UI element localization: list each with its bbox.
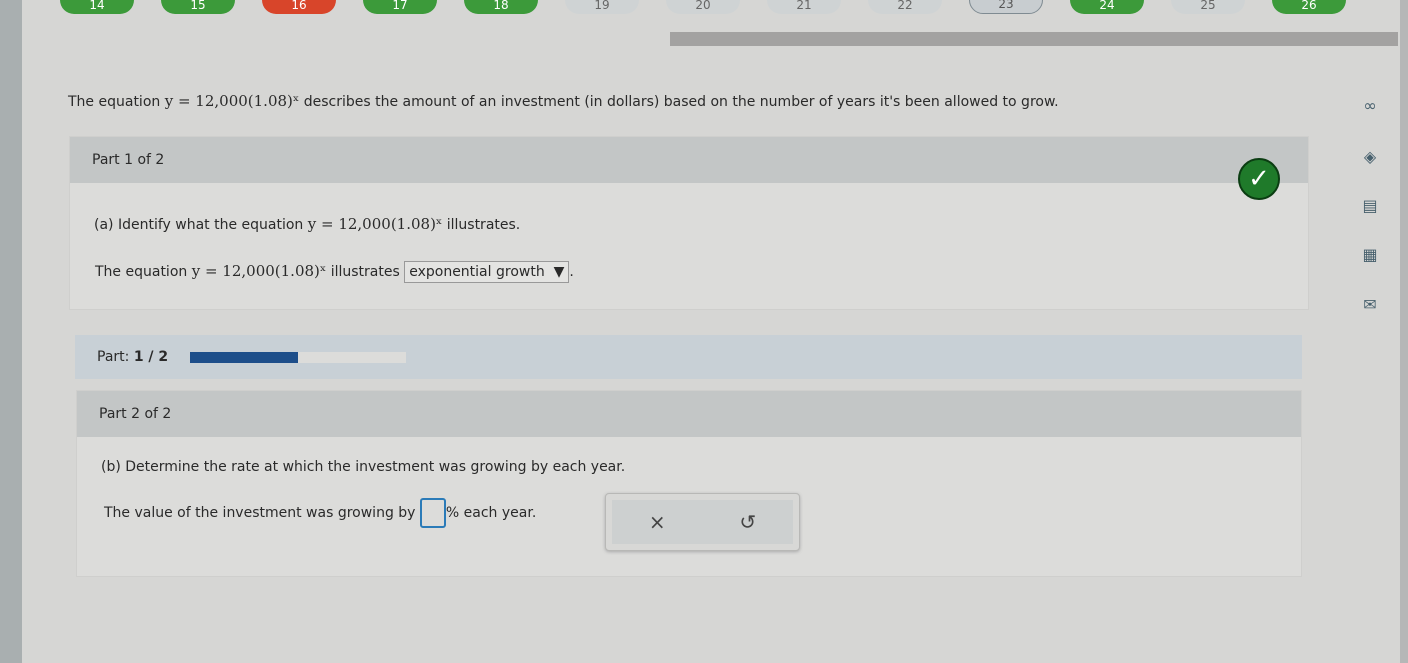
part1-question: (a) Identify what the equation y = 12,00… [94,215,520,233]
answer-tools: × ↺ [605,493,800,551]
question-18-button[interactable]: 18 [464,0,538,14]
left-frame [0,0,22,663]
question-26-button[interactable]: 26 [1272,0,1346,14]
question-25-button[interactable]: 25 [1171,0,1245,14]
a-mid: illustrates [330,264,400,280]
question-19-button[interactable]: 19 [565,0,639,14]
question-24-button[interactable]: 24 [1070,0,1144,14]
progress-fill [190,351,299,363]
part2-question: (b) Determine the rate at which the inve… [101,459,626,475]
part1-answer: The equation y = 12,000(1.08)ˣ illustrat… [95,261,574,283]
dropdown-arrow-icon: ▼ [553,264,565,280]
answer-suffix: each year. [463,505,537,521]
horizontal-scrollbar[interactable] [670,32,1398,46]
correct-check-icon: ✓ [1238,158,1280,200]
answer-prefix: The value of the investment was growing … [104,505,416,521]
notes-icon[interactable]: ▤ [1352,196,1388,215]
mail-icon[interactable]: ✉ [1352,295,1388,314]
part1-header: Part 1 of 2 [70,137,1308,183]
question-15-button[interactable]: 15 [161,0,235,14]
question-navigation: 14 15 16 17 18 19 20 21 22 23 24 25 26 [60,0,1346,14]
stem-equation: y = 12,000(1.08)ˣ [164,92,300,110]
glasses-icon[interactable]: ∞ [1352,96,1388,115]
part-progress: Part: 1 / 2 [75,335,1302,379]
question-22-button[interactable]: 22 [868,0,942,14]
percent-unit: % [445,505,460,521]
stem-suffix: describes the amount of an investment (i… [303,94,1059,110]
progress-bar [190,351,407,363]
dropdown-value: exponential growth [409,264,545,280]
question-23-button[interactable]: 23 [969,0,1043,14]
question-21-button[interactable]: 21 [767,0,841,14]
clear-button[interactable]: × [649,510,666,534]
a-equation: y = 12,000(1.08)ˣ [191,262,327,280]
question-20-button[interactable]: 20 [666,0,740,14]
question-17-button[interactable]: 17 [363,0,437,14]
question-16-button[interactable]: 16 [262,0,336,14]
question-14-button[interactable]: 14 [60,0,134,14]
growth-type-dropdown[interactable]: exponential growth ▼ [404,261,570,283]
part2-header: Part 2 of 2 [77,391,1301,437]
rate-input[interactable] [419,498,446,528]
hint-icon[interactable]: ◈ [1352,147,1388,166]
progress-value: 1 / 2 [133,349,169,365]
q-equation: y = 12,000(1.08)ˣ [307,215,443,233]
ebook-icon[interactable]: ▦ [1352,245,1388,264]
undo-button[interactable]: ↺ [739,510,756,534]
a-prefix: The equation [95,264,188,280]
stem-prefix: The equation [68,94,161,110]
q-suffix: illustrates. [446,217,521,233]
q-prefix: (a) Identify what the equation [94,217,304,233]
question-stem: The equation y = 12,000(1.08)ˣ describes… [68,92,1059,110]
progress-label: Part: [97,349,130,365]
right-frame [1400,0,1408,663]
part2-answer: The value of the investment was growing … [104,498,536,528]
